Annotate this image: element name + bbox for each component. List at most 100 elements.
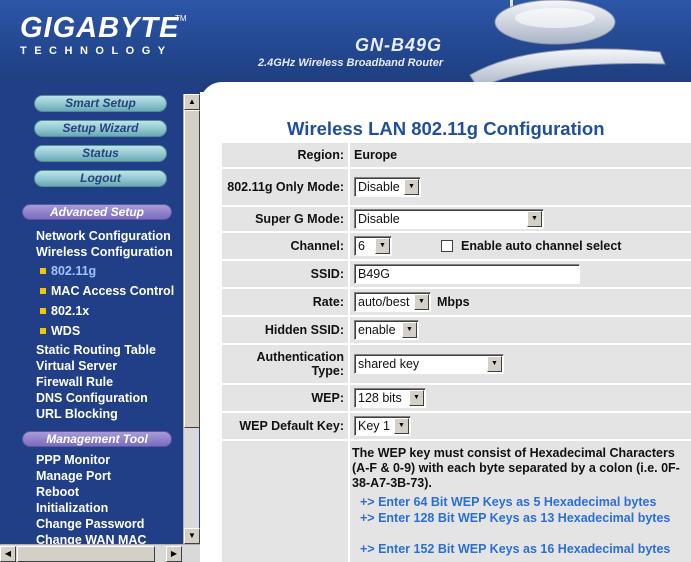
sidebar-item-label: WDS	[51, 324, 81, 338]
bullet-icon	[40, 267, 46, 274]
sidebar-item-virtual-server[interactable]: Virtual Server	[36, 358, 117, 374]
model-name: GN-B49G	[355, 35, 443, 55]
sidebar-item-label: 802.1x	[51, 304, 90, 318]
sidebar-item-change-password[interactable]: Change Password	[36, 516, 144, 532]
ssid-row: SSID: B49G	[222, 261, 691, 287]
setup-wizard-button[interactable]: Setup Wizard	[34, 120, 167, 137]
rate-label: Rate:	[222, 289, 348, 315]
sidebar-item-ppp-monitor[interactable]: PPP Monitor	[36, 452, 110, 468]
rate-select[interactable]: auto/best ▼	[354, 292, 431, 312]
auth-label: Authentication Type:	[222, 345, 348, 383]
sidebar-item-network-configuration[interactable]: Network Configuration	[36, 228, 171, 244]
wep-default-selected: Key 1	[358, 419, 390, 433]
wep-152bit-link[interactable]: +> Enter 152 Bit WEP Keys as 16 Hexadeci…	[352, 541, 689, 557]
sidebar-item-dns-configuration[interactable]: DNS Configuration	[36, 390, 148, 406]
product-tagline: 2.4GHz Wireless Broadband Router	[258, 57, 444, 69]
auth-selected: shared key	[358, 357, 420, 371]
channel-selected: 6	[358, 239, 365, 253]
rate-unit: Mbps	[437, 295, 470, 309]
scroll-up-icon[interactable]: ▲	[184, 94, 200, 110]
sidebar-item-reboot[interactable]: Reboot	[36, 484, 79, 500]
rate-row: Rate: auto/best ▼ Mbps	[222, 289, 691, 315]
auth-select[interactable]: shared key ▼	[354, 354, 504, 374]
sidebar-item-manage-port[interactable]: Manage Port	[36, 468, 111, 484]
chevron-down-icon[interactable]: ▼	[402, 322, 417, 338]
smart-setup-button[interactable]: Smart Setup	[34, 95, 167, 112]
main-content: Wireless LAN 802.11g Configuration Regio…	[200, 82, 691, 562]
chevron-down-icon[interactable]: ▼	[394, 418, 409, 434]
scroll-down-icon[interactable]: ▼	[184, 528, 200, 544]
region-row: Region: Europe	[222, 143, 691, 167]
superg-selected: Disable	[358, 212, 400, 226]
sidebar-item-80211g[interactable]: 802.11g	[40, 263, 96, 279]
status-button[interactable]: Status	[34, 145, 167, 162]
chevron-down-icon[interactable]: ▼	[527, 211, 542, 227]
rate-selected: auto/best	[358, 295, 410, 309]
superg-select[interactable]: Disable ▼	[354, 209, 544, 229]
superg-label: Super G Mode:	[222, 207, 348, 231]
wep-128bit-link[interactable]: +> Enter 128 Bit WEP Keys as 13 Hexadeci…	[352, 510, 689, 526]
hidden-ssid-label: Hidden SSID:	[222, 317, 348, 343]
sidebar-item-url-blocking[interactable]: URL Blocking	[36, 406, 118, 422]
auth-cell: shared key ▼	[350, 345, 691, 383]
wep-label: WEP:	[222, 385, 348, 411]
only-mode-selected: Disable	[358, 180, 400, 194]
sidebar-horizontal-scrollbar[interactable]: ◀ ▶	[0, 544, 200, 562]
sidebar-item-static-routing-table[interactable]: Static Routing Table	[36, 342, 156, 358]
logout-button[interactable]: Logout	[34, 170, 167, 187]
superg-row: Super G Mode: Disable ▼	[222, 207, 691, 231]
sidebar-vertical-scrollbar[interactable]: ▲ ▼	[183, 94, 200, 544]
horizontal-scroll-thumb[interactable]	[17, 546, 155, 562]
wep-row: WEP: 128 bits ▼	[222, 385, 691, 411]
sidebar-item-8021x[interactable]: 802.1x	[40, 303, 89, 319]
chevron-down-icon[interactable]: ▼	[375, 238, 390, 254]
chevron-down-icon[interactable]: ▼	[487, 356, 502, 372]
advanced-setup-header: Advanced Setup	[22, 204, 172, 220]
technology-wordmark: TECHNOLOGY	[20, 45, 173, 57]
channel-select[interactable]: 6 ▼	[354, 236, 392, 256]
channel-cell: 6 ▼ Enable auto channel select	[350, 233, 691, 259]
vertical-scroll-thumb[interactable]	[184, 110, 200, 428]
auto-channel-checkbox[interactable]	[441, 240, 453, 252]
region-label: Region:	[222, 143, 348, 167]
wep-select[interactable]: 128 bits ▼	[354, 388, 426, 408]
channel-row: Channel: 6 ▼ Enable auto channel select	[222, 233, 691, 259]
header-banner: GIGABYTE TM TECHNOLOGY GN-B49G 2.4GHz Wi…	[0, 0, 691, 92]
sidebar-item-label: 802.11g	[51, 264, 97, 278]
chevron-down-icon[interactable]: ▼	[409, 390, 424, 406]
sidebar-item-firewall-rule[interactable]: Firewall Rule	[36, 374, 113, 390]
auth-row: Authentication Type: shared key ▼	[222, 345, 691, 383]
wep-note-row: The WEP key must consist of Hexadecimal …	[222, 441, 691, 562]
ssid-input[interactable]: B49G	[354, 264, 580, 284]
only-mode-select[interactable]: Disable ▼	[354, 177, 421, 197]
wep-64bit-link[interactable]: +> Enter 64 Bit WEP Keys as 5 Hexadecima…	[352, 494, 689, 510]
scroll-right-icon[interactable]: ▶	[166, 546, 182, 562]
scroll-left-icon[interactable]: ◀	[0, 546, 16, 562]
ssid-label: SSID:	[222, 261, 348, 287]
bullet-icon	[40, 307, 46, 314]
sidebar-item-wds[interactable]: WDS	[40, 323, 80, 339]
region-cell: Europe	[350, 143, 691, 167]
trademark-mark: TM	[175, 14, 187, 23]
wep-note-label-cell	[222, 441, 348, 562]
only-mode-label: 802.11g Only Mode:	[222, 169, 348, 205]
router-image	[469, 0, 666, 89]
wep-default-select[interactable]: Key 1 ▼	[354, 416, 411, 436]
sidebar: Smart Setup Setup Wizard Status Logout A…	[0, 82, 200, 562]
bullet-icon	[40, 287, 46, 294]
chevron-down-icon[interactable]: ▼	[414, 294, 429, 310]
wep-note-cell: The WEP key must consist of Hexadecimal …	[350, 441, 691, 562]
hidden-ssid-select[interactable]: enable ▼	[354, 320, 419, 340]
only-mode-row: 802.11g Only Mode: Disable ▼	[222, 169, 691, 205]
wep-default-label: WEP Default Key:	[222, 413, 348, 439]
chevron-down-icon[interactable]: ▼	[404, 179, 419, 195]
only-mode-cell: Disable ▼	[350, 169, 691, 205]
gigabyte-logo: GIGABYTE	[20, 12, 180, 44]
page-title: Wireless LAN 802.11g Configuration	[287, 118, 605, 139]
wep-default-row: WEP Default Key: Key 1 ▼	[222, 413, 691, 439]
bullet-icon	[40, 327, 46, 334]
sidebar-item-mac-access-control[interactable]: MAC Access Control	[40, 283, 174, 299]
sidebar-item-wireless-configuration[interactable]: Wireless Configuration	[36, 244, 173, 260]
hidden-ssid-row: Hidden SSID: enable ▼	[222, 317, 691, 343]
sidebar-item-initialization[interactable]: Initialization	[36, 500, 108, 516]
